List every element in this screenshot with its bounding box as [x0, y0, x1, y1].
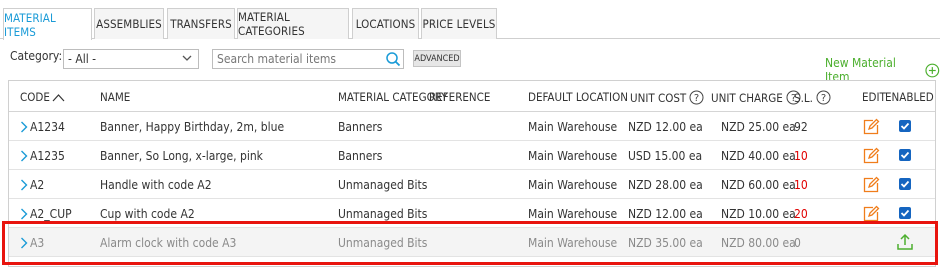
tab-price-levels[interactable]: PRICE LEVELS — [421, 8, 497, 39]
category-select[interactable]: - All - — [63, 49, 199, 69]
row-unit-charge: NZD 25.00 ea — [721, 120, 796, 134]
row-unit-cost: NZD 12.00 ea — [628, 120, 703, 134]
advanced-search-button[interactable]: ADVANCED — [413, 50, 461, 67]
column-header-name[interactable]: NAME — [100, 90, 130, 104]
chevron-down-icon — [182, 55, 192, 61]
row-category: Unmanaged Bits — [338, 207, 428, 221]
search-placeholder: Search material items — [217, 52, 336, 66]
column-header-unit-cost[interactable]: UNIT COST ? — [630, 90, 704, 105]
column-header-code[interactable]: CODE — [20, 90, 65, 104]
row-unit-charge: NZD 60.00 ea — [721, 178, 796, 192]
help-circle-icon[interactable]: ? — [816, 90, 831, 105]
tab-material-items[interactable]: MATERIAL ITEMS — [3, 8, 92, 40]
tab-transfers[interactable]: TRANSFERS — [167, 8, 235, 39]
row-stock-level: 20 — [794, 207, 808, 221]
column-header-enabled: ENABLED — [885, 90, 934, 104]
search-input[interactable]: Search material items — [212, 49, 404, 69]
upload-icon[interactable] — [895, 232, 915, 252]
row-name: Cup with code A2 — [100, 207, 195, 221]
row-location: Main Warehouse — [528, 178, 618, 192]
row-location: Main Warehouse — [528, 207, 618, 221]
category-select-value: - All - — [68, 52, 97, 66]
svg-text:?: ? — [821, 93, 826, 104]
plus-circle-icon — [925, 63, 940, 77]
sort-up-icon — [52, 93, 65, 101]
enabled-checkbox[interactable] — [899, 178, 911, 190]
column-header-edit: EDIT — [862, 90, 886, 104]
column-header-unit-charge[interactable]: UNIT CHARGE ? — [711, 90, 801, 105]
edit-icon[interactable] — [862, 147, 880, 165]
row-code[interactable]: A2_CUP — [30, 207, 72, 221]
table-row[interactable]: A1234 Banner, Happy Birthday, 2m, blue B… — [9, 112, 935, 141]
chevron-right-icon[interactable] — [20, 150, 28, 162]
tab-material-categories[interactable]: MATERIAL CATEGORIES — [237, 8, 349, 39]
row-unit-cost: USD 15.00 ea — [628, 149, 703, 163]
search-icon[interactable] — [385, 51, 401, 67]
row-location: Main Warehouse — [528, 236, 618, 250]
row-category: Banners — [338, 149, 383, 163]
chevron-right-icon[interactable] — [20, 121, 28, 133]
row-name: Banner, So Long, x-large, pink — [100, 149, 263, 163]
row-code[interactable]: A2 — [30, 178, 44, 192]
row-name: Banner, Happy Birthday, 2m, blue — [100, 120, 285, 134]
row-location: Main Warehouse — [528, 120, 618, 134]
row-stock-level: 0 — [794, 236, 801, 250]
row-code[interactable]: A1235 — [30, 149, 65, 163]
row-category: Unmanaged Bits — [338, 236, 428, 250]
row-unit-charge: NZD 10.00 ea — [721, 207, 796, 221]
column-header-location[interactable]: DEFAULT LOCATION — [528, 90, 628, 104]
tab-locations[interactable]: LOCATIONS — [352, 8, 419, 39]
row-code[interactable]: A1234 — [30, 120, 65, 134]
column-header-sl[interactable]: S.L. ? — [794, 90, 831, 105]
column-header-sl-label: S.L. — [794, 90, 813, 105]
column-header-code-label: CODE — [20, 90, 50, 104]
row-name: Alarm clock with code A3 — [100, 236, 237, 250]
row-unit-cost: NZD 28.00 ea — [628, 178, 703, 192]
category-filter-label: Category: — [10, 49, 63, 63]
row-unit-cost: NZD 12.00 ea — [628, 207, 703, 221]
row-category: Banners — [338, 120, 383, 134]
enabled-checkbox[interactable] — [899, 149, 911, 161]
chevron-right-icon[interactable] — [20, 179, 28, 191]
row-unit-cost: NZD 35.00 ea — [628, 236, 703, 250]
row-unit-charge: NZD 40.00 ea — [721, 149, 796, 163]
table-row[interactable]: A2_CUP Cup with code A2 Unmanaged Bits M… — [9, 199, 935, 228]
table-row[interactable]: A2 Handle with code A2 Unmanaged Bits Ma… — [9, 170, 935, 199]
enabled-checkbox[interactable] — [899, 207, 911, 219]
row-unit-charge: NZD 80.00 ea — [721, 236, 796, 250]
help-circle-icon[interactable]: ? — [689, 90, 704, 105]
table-header: CODE NAME MATERIAL CATEGORY REFERENCE DE… — [9, 81, 935, 112]
column-header-unit-cost-label: UNIT COST — [630, 90, 687, 105]
row-stock-level: 10 — [794, 178, 808, 192]
row-category: Unmanaged Bits — [338, 178, 428, 192]
table-row[interactable]: A1235 Banner, So Long, x-large, pink Ban… — [9, 141, 935, 170]
column-header-reference[interactable]: REFERENCE — [429, 90, 490, 104]
chevron-right-icon[interactable] — [20, 237, 28, 249]
edit-icon[interactable] — [862, 205, 880, 223]
table-row-disabled[interactable]: A3 Alarm clock with code A3 Unmanaged Bi… — [9, 228, 935, 257]
edit-icon[interactable] — [862, 176, 880, 194]
enabled-checkbox[interactable] — [899, 120, 911, 132]
tab-bar: MATERIAL ITEMS ASSEMBLIES TRANSFERS MATE… — [0, 0, 940, 40]
row-stock-level: 10 — [794, 149, 808, 163]
edit-icon[interactable] — [862, 118, 880, 136]
tab-assemblies[interactable]: ASSEMBLIES — [94, 8, 164, 39]
row-location: Main Warehouse — [528, 149, 618, 163]
column-header-unit-charge-label: UNIT CHARGE — [711, 90, 783, 105]
row-code[interactable]: A3 — [30, 236, 44, 250]
row-name: Handle with code A2 — [100, 178, 212, 192]
row-stock-level: 92 — [794, 120, 808, 134]
material-items-table: CODE NAME MATERIAL CATEGORY REFERENCE DE… — [8, 80, 936, 267]
chevron-right-icon[interactable] — [20, 208, 28, 220]
svg-text:?: ? — [694, 93, 699, 104]
